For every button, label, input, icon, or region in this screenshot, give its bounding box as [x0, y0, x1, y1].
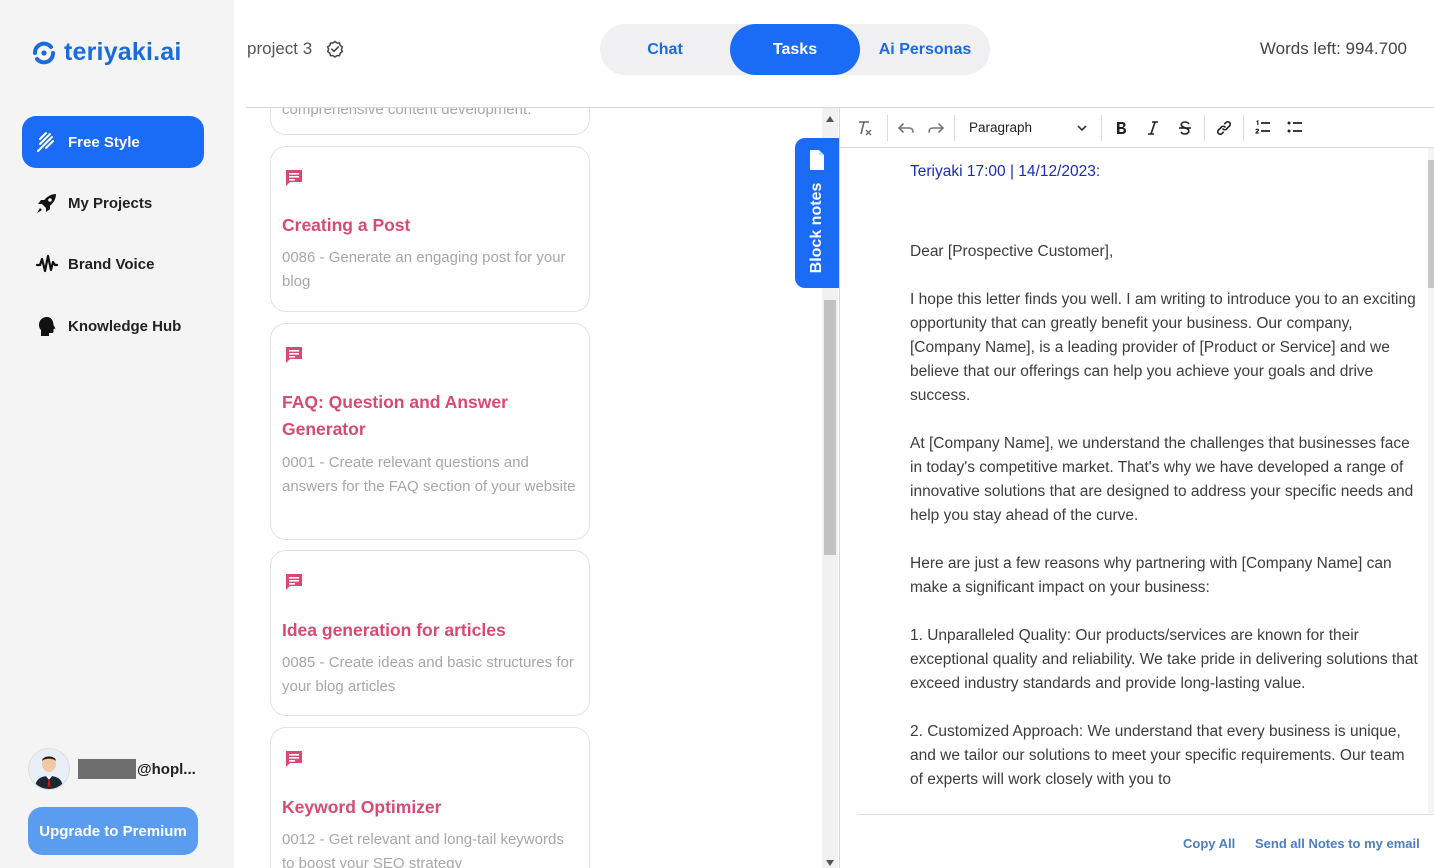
sidebar-item-label: Brand Voice	[68, 255, 155, 273]
soundwave-icon	[36, 254, 58, 273]
task-desc: 0012 - Get relevant and long-tail keywor…	[282, 831, 564, 868]
editor-scrollbar[interactable]	[1428, 148, 1434, 813]
tab-chat[interactable]: Chat	[600, 24, 730, 75]
task-card[interactable]: Keyword Optimizer 0012 - Get relevant an…	[270, 727, 590, 868]
redo-button[interactable]	[921, 113, 951, 143]
notes-editor: Paragraph Teriyaki 17:00 | 14/12/2023: D…	[839, 108, 1434, 868]
logo-icon	[33, 41, 55, 64]
copy-all-button[interactable]: Copy All	[1183, 836, 1235, 851]
brand-name: teriyaki.ai	[64, 38, 182, 66]
tab-ai-personas[interactable]: Ai Personas	[860, 24, 990, 75]
redacted-block	[78, 759, 136, 779]
tab-tasks[interactable]: Tasks	[730, 24, 860, 75]
clear-format-button[interactable]	[844, 113, 884, 143]
editor-toolbar: Paragraph	[840, 108, 1434, 148]
sidebar-item-label: Knowledge Hub	[68, 317, 182, 335]
sidebar-item-label: Free Style	[68, 133, 140, 151]
avatar[interactable]	[28, 748, 70, 790]
head-icon	[39, 317, 56, 336]
redo-icon	[928, 122, 945, 133]
rocket-icon	[37, 194, 56, 213]
project-name[interactable]: project 3	[247, 39, 312, 59]
toolbar-divider	[1101, 114, 1102, 141]
sidebar-item-brand-voice[interactable]: Brand Voice	[22, 238, 204, 290]
task-card[interactable]: Creating a Post 0086 - Generate an engag…	[270, 146, 590, 312]
task-desc: 0001 - Create relevant questions and ans…	[282, 454, 576, 495]
task-card[interactable]: comprehensive content development.	[270, 108, 590, 135]
sidebar: teriyaki.ai Free Style My Projects Brand…	[0, 0, 234, 868]
link-button[interactable]	[1208, 113, 1240, 143]
note-paragraph: At [Company Name], we understand the cha…	[910, 435, 1414, 524]
task-desc: 0085 - Create ideas and basic structures…	[282, 654, 574, 695]
strikethrough-button[interactable]	[1169, 113, 1201, 143]
scrollbar-thumb[interactable]	[1428, 160, 1434, 288]
sidebar-item-label: My Projects	[68, 194, 153, 212]
bullet-list-icon	[1287, 121, 1302, 132]
toolbar-divider	[954, 114, 955, 141]
task-card[interactable]: Idea generation for articles 0085 - Crea…	[270, 550, 590, 716]
project-header: project 3	[247, 39, 344, 59]
paragraph-select-value: Paragraph	[969, 120, 1033, 135]
user-avatar-icon	[29, 749, 69, 789]
editor-footer-divider	[857, 814, 1434, 815]
document-icon	[810, 150, 824, 170]
note-header: Teriyaki 17:00 | 14/12/2023:	[910, 163, 1101, 180]
scroll-up-arrow-icon[interactable]	[826, 116, 834, 122]
italic-button[interactable]	[1137, 113, 1169, 143]
user-email-text: @hopl...	[137, 760, 196, 778]
toolbar-divider	[1243, 114, 1244, 141]
note-paragraph: I hope this letter finds you well. I am …	[910, 291, 1416, 404]
task-title: Idea generation for articles	[282, 620, 506, 640]
toolbar-divider	[887, 114, 888, 141]
undo-button[interactable]	[891, 113, 921, 143]
message-icon	[286, 347, 302, 363]
note-paragraph: Here are just a few reasons why partneri…	[910, 555, 1392, 596]
bullet-list-button[interactable]	[1279, 113, 1311, 143]
task-desc: 0086 - Generate an engaging post for you…	[282, 249, 566, 290]
strikethrough-icon	[1179, 120, 1191, 135]
sidebar-item-my-projects[interactable]: My Projects	[22, 177, 204, 229]
task-title: Creating a Post	[282, 215, 411, 235]
user-email: @hopl...	[78, 759, 196, 779]
note-paragraph: 2. Customized Approach: We understand th…	[910, 723, 1405, 788]
message-icon	[286, 574, 302, 590]
bold-icon	[1117, 121, 1126, 134]
message-icon	[286, 170, 302, 186]
chevron-down-icon	[1077, 124, 1087, 131]
user-profile[interactable]: @hopl...	[28, 748, 196, 790]
note-paragraph: Dear [Prospective Customer],	[910, 243, 1114, 260]
words-left: Words left: 994.700	[1259, 39, 1407, 58]
link-icon	[1216, 120, 1232, 135]
undo-icon	[897, 122, 914, 133]
bold-button[interactable]	[1105, 113, 1137, 143]
block-notes-label: Block notes	[808, 182, 825, 274]
toolbar-divider	[1204, 114, 1205, 141]
italic-icon	[1148, 120, 1158, 135]
sidebar-item-knowledge-hub[interactable]: Knowledge Hub	[22, 300, 204, 352]
check-badge-icon[interactable]	[326, 40, 344, 58]
note-paragraph: 1. Unparalleled Quality: Our products/se…	[910, 627, 1418, 692]
sidebar-item-free-style[interactable]: Free Style	[22, 116, 204, 168]
send-notes-email-button[interactable]: Send all Notes to my email	[1255, 836, 1420, 851]
scrollbar-thumb[interactable]	[824, 300, 836, 555]
upgrade-button[interactable]: Upgrade to Premium	[28, 807, 198, 855]
task-list: comprehensive content development. Creat…	[246, 108, 824, 868]
numbered-list-icon	[1255, 119, 1270, 134]
scroll-down-arrow-icon[interactable]	[826, 860, 834, 866]
clear-format-icon	[859, 120, 872, 135]
editor-content[interactable]: Teriyaki 17:00 | 14/12/2023: Dear [Prosp…	[840, 148, 1428, 813]
paragraph-select[interactable]: Paragraph	[958, 113, 1098, 143]
task-card[interactable]: FAQ: Question and Answer Generator 0001 …	[270, 323, 590, 540]
brand-logo[interactable]: teriyaki.ai	[30, 38, 182, 67]
task-title: FAQ: Question and Answer Generator	[282, 392, 508, 439]
freestyle-icon	[37, 132, 54, 152]
task-title: Keyword Optimizer	[282, 797, 442, 817]
numbered-list-button[interactable]	[1247, 113, 1279, 143]
mode-tabs: Chat Tasks Ai Personas	[600, 24, 990, 75]
block-notes-tab[interactable]: Block notes	[795, 138, 839, 288]
task-desc: comprehensive content development.	[282, 108, 532, 118]
message-icon	[286, 751, 302, 767]
